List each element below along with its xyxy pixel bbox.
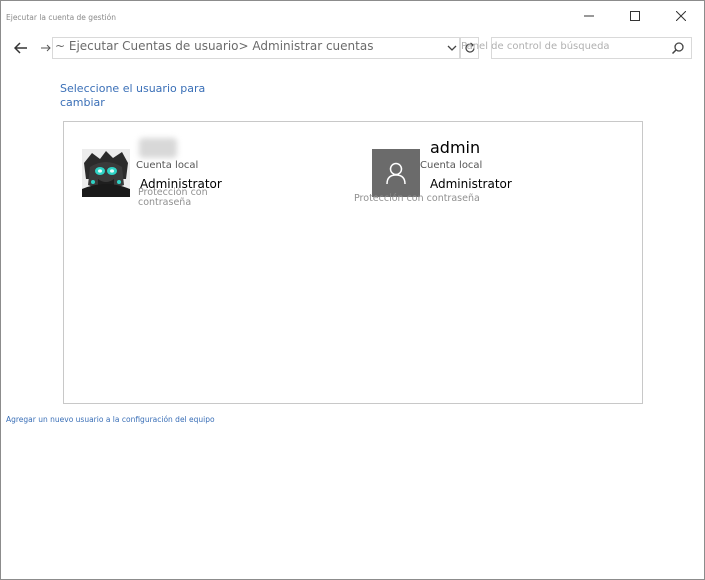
account-role: Administrator bbox=[430, 177, 512, 191]
account-avatar[interactable] bbox=[82, 149, 130, 197]
maximize-icon bbox=[630, 11, 640, 21]
arrow-left-icon bbox=[14, 42, 27, 54]
account-name: admin bbox=[430, 138, 481, 157]
window-title: Ejecutar la cuenta de gestión bbox=[6, 13, 116, 22]
account-avatar[interactable] bbox=[372, 149, 420, 197]
search-icon[interactable] bbox=[671, 41, 685, 55]
address-path: ~ Ejecutar Cuentas de usuario> Administr… bbox=[55, 39, 374, 53]
chevron-down-icon bbox=[447, 45, 457, 51]
close-button[interactable] bbox=[658, 1, 704, 31]
account-protection: Protección con contraseña bbox=[138, 187, 208, 208]
back-button[interactable] bbox=[10, 38, 32, 58]
close-icon bbox=[676, 11, 686, 21]
anime-character-avatar-icon bbox=[82, 149, 130, 197]
user-icon bbox=[386, 162, 406, 185]
account-protection: Protección con contraseña bbox=[354, 193, 480, 204]
maximize-button[interactable] bbox=[612, 1, 658, 31]
manage-accounts-window: Ejecutar la cuenta de gestión ~ Ejecutar… bbox=[0, 0, 705, 580]
account-type: Cuenta local bbox=[420, 160, 483, 171]
title-bar[interactable]: Ejecutar la cuenta de gestión bbox=[1, 1, 704, 33]
account-type: Cuenta local bbox=[136, 160, 199, 171]
search-placeholder: Panel de control de búsqueda bbox=[461, 41, 610, 52]
page-heading: Seleccione el usuario para cambiar bbox=[60, 82, 206, 109]
minimize-icon bbox=[584, 15, 594, 17]
account-name-redacted bbox=[139, 138, 177, 158]
minimize-button[interactable] bbox=[566, 1, 612, 31]
address-dropdown-button[interactable] bbox=[444, 39, 460, 57]
arrow-right-icon bbox=[41, 44, 51, 52]
add-user-link[interactable]: Agregar un nuevo usuario a la configurac… bbox=[6, 415, 215, 424]
